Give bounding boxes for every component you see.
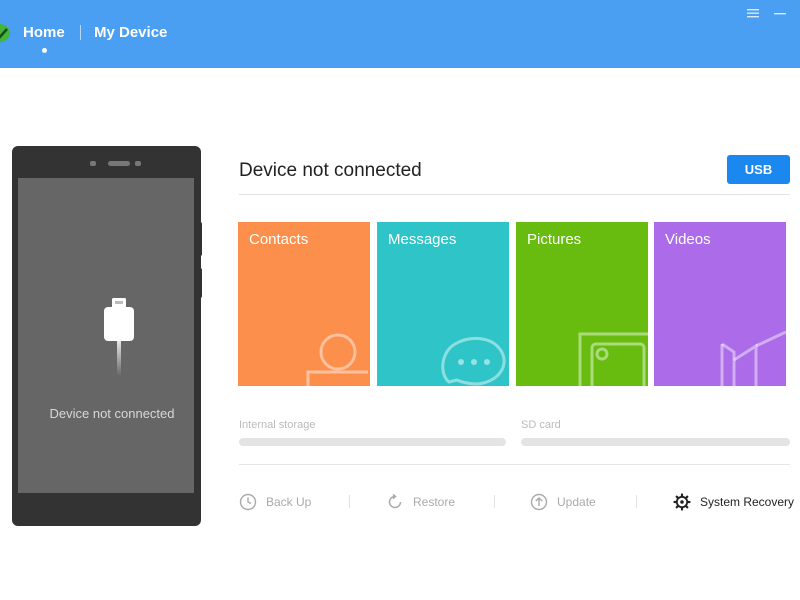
system-recovery-label: System Recovery [700,495,795,509]
tile-label: Messages [388,231,457,248]
tile-label: Pictures [527,231,582,248]
active-tab-indicator [42,48,47,53]
tile-label: Videos [665,231,711,248]
minimize-icon[interactable] [773,6,787,20]
upload-icon [530,493,548,511]
header-divider [239,194,790,195]
phone-screen: Device not connected [18,178,194,493]
action-divider [494,495,495,508]
phone-sensor [135,161,141,166]
nav-divider [80,25,81,40]
tile-messages[interactable]: Messages [377,222,509,386]
phone-camera [90,161,96,166]
menu-icon[interactable] [746,6,760,20]
action-divider [636,495,637,508]
gear-icon [673,493,691,511]
back-up-button[interactable]: Back Up [239,492,311,512]
action-divider [349,495,350,508]
app-header: Home My Device [0,0,800,68]
tile-videos[interactable]: Videos [654,222,786,386]
actions-divider [239,464,790,465]
usb-connect-button[interactable]: USB [727,155,790,184]
tile-contacts[interactable]: Contacts [238,222,370,386]
restore-button[interactable]: Restore [386,492,455,512]
sd-card-label: SD card [521,419,561,431]
internal-storage-label: Internal storage [239,419,316,431]
connection-status-title: Device not connected [239,160,422,181]
back-up-label: Back Up [266,495,312,509]
internal-storage-bar [239,438,506,446]
phone-status-text: Device not connected [49,406,175,421]
sd-card-bar [521,438,790,446]
update-button[interactable]: Update [530,492,596,512]
clock-icon [239,493,257,511]
usb-cable-icon [104,298,134,376]
nav-tab-home[interactable]: Home [23,24,65,41]
phone-illustration: Device not connected [12,146,201,526]
restore-icon [388,493,402,509]
tile-pictures[interactable]: Pictures [516,222,648,386]
tile-label: Contacts [249,231,309,248]
restore-label: Restore [413,495,456,509]
app-logo-icon [0,23,10,43]
update-label: Update [557,495,596,509]
system-recovery-button[interactable]: System Recovery [673,492,794,512]
nav-tab-my-device[interactable]: My Device [94,24,167,41]
phone-speaker [108,161,130,166]
